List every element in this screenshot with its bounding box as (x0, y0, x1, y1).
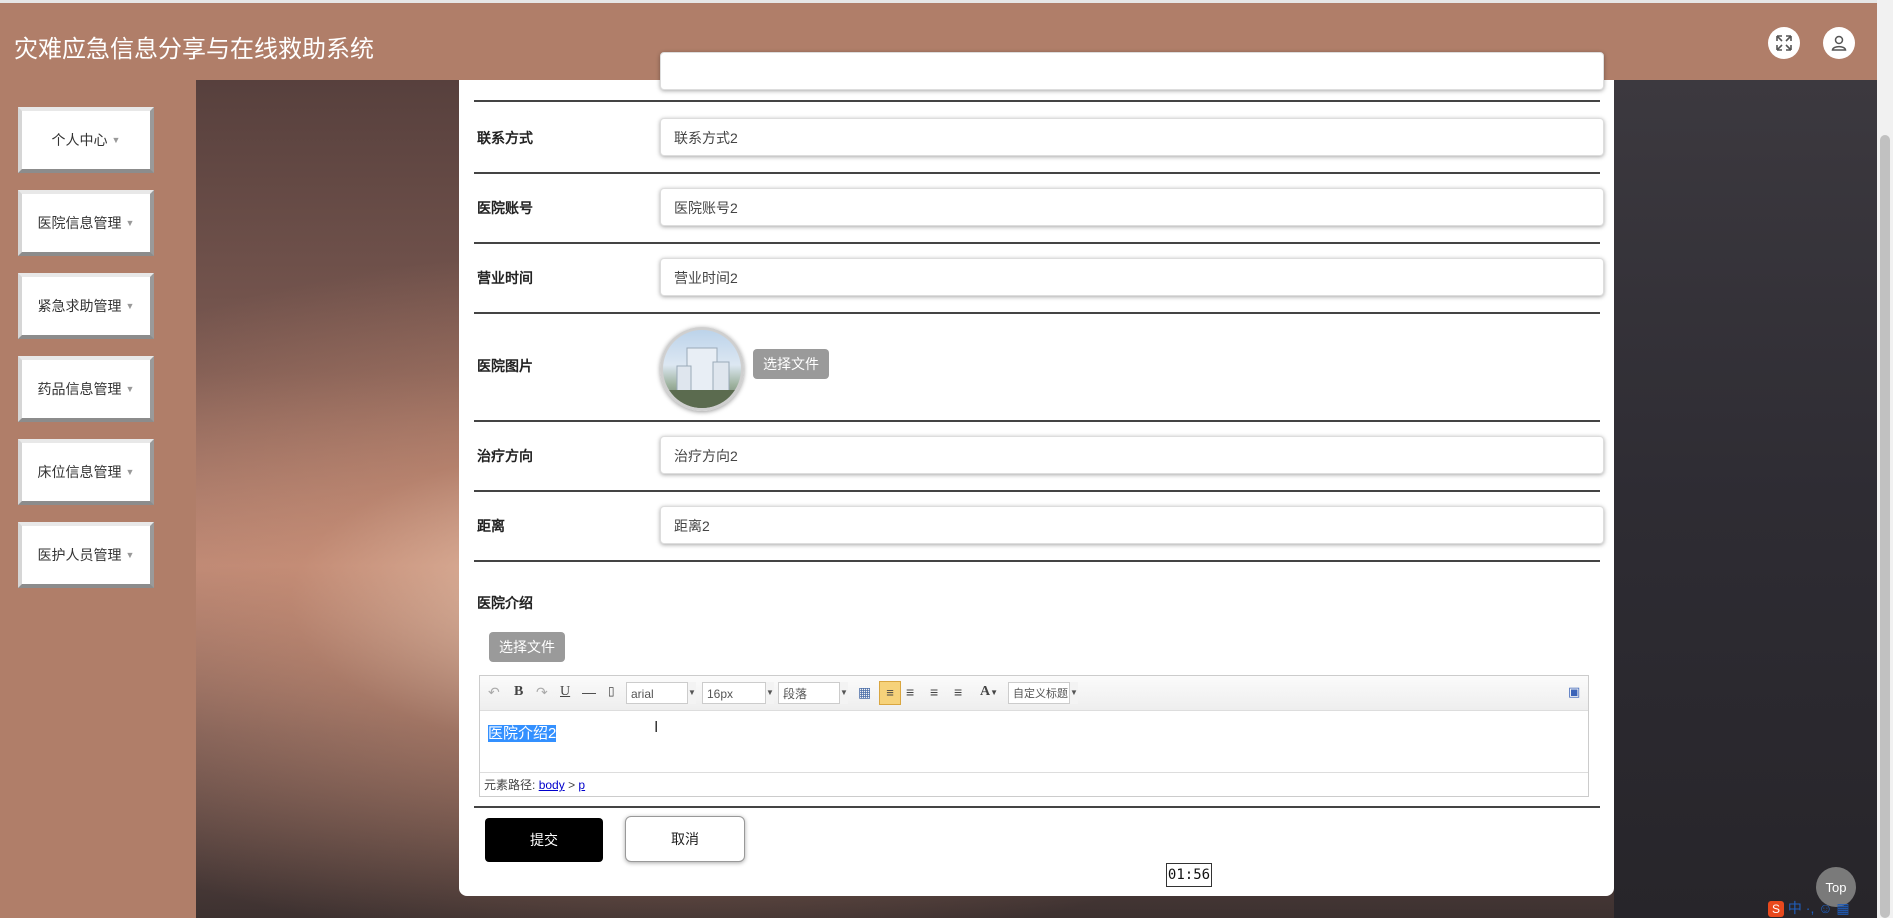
caret-down-icon: ▼ (125, 550, 135, 560)
sidebar-item-label: 紧急求助管理 (37, 298, 122, 314)
caret-down-icon: ▼ (111, 135, 121, 145)
account-input[interactable]: 医院账号2 (660, 188, 1604, 226)
form-panel: 联系方式 联系方式2 医院账号 医院账号2 营业时间 营业时间2 医院图片 选择… (459, 52, 1614, 896)
hours-input[interactable]: 营业时间2 (660, 258, 1604, 296)
align-right-icon[interactable]: ≡ (906, 684, 914, 700)
app-title: 灾难应急信息分享与在线救助系统 (14, 36, 374, 63)
font-color-icon[interactable]: A▼ (980, 684, 998, 700)
caret-down-icon: ▼ (125, 301, 135, 311)
table-icon[interactable]: ▦ (858, 684, 871, 701)
expand-icon (1776, 35, 1792, 51)
path-separator: > (568, 778, 576, 792)
sidebar-item-label: 医护人员管理 (37, 547, 122, 563)
hospital-image (660, 327, 744, 411)
background-right (1614, 80, 1893, 918)
paragraph-value: 段落 (783, 687, 808, 701)
caret-down-icon: ▼ (125, 384, 135, 394)
undo-icon[interactable]: ↶ (488, 684, 500, 701)
building-icon (663, 347, 741, 408)
fullscreen-editor-icon[interactable]: ▣ (1568, 684, 1580, 700)
paragraph-select[interactable]: 段落 ▼ (778, 682, 848, 704)
form-row-distance: 距离 距离2 (474, 490, 1604, 562)
user-button[interactable] (1823, 27, 1855, 59)
form-row-contact: 联系方式 联系方式2 (474, 102, 1604, 174)
dropdown-arrow-icon: ▼ (839, 682, 848, 704)
sidebar-item-label: 药品信息管理 (37, 381, 122, 397)
divider (474, 806, 1600, 808)
page-scrollbar[interactable] (1877, 0, 1893, 918)
field-label: 治疗方向 (477, 448, 533, 464)
path-p-link[interactable]: p (578, 778, 585, 792)
dropdown-arrow-icon: ▼ (765, 682, 774, 704)
sidebar-item-bed[interactable]: 床位信息管理 ▼ (18, 439, 154, 505)
sidebar-item-profile[interactable]: 个人中心 ▼ (18, 107, 154, 173)
font-size-select[interactable]: 16px ▼ (702, 682, 774, 704)
contact-input[interactable]: 联系方式2 (660, 118, 1604, 156)
choose-file-button[interactable]: 选择文件 (753, 349, 829, 379)
sidebar-item-label: 医院信息管理 (37, 215, 122, 231)
text-cursor-icon: I (654, 719, 659, 736)
sidebar-item-emergency[interactable]: 紧急求助管理 ▼ (18, 273, 154, 339)
align-left-icon[interactable]: ≡ (879, 681, 901, 705)
align-justify-icon[interactable]: ≡ (954, 684, 962, 700)
user-icon (1831, 35, 1847, 51)
dropdown-arrow-icon: ▼ (1069, 682, 1078, 704)
form-row-image: 医院图片 选择文件 (474, 312, 1600, 422)
editor-content[interactable]: 医院介绍2 (488, 722, 557, 743)
field-label: 医院账号 (477, 200, 533, 216)
form-row-account: 医院账号 医院账号2 (474, 172, 1604, 244)
dropdown-arrow-icon: ▼ (687, 682, 696, 704)
font-family-select[interactable]: arial ▼ (626, 682, 696, 704)
form-row-direction: 治疗方向 治疗方向2 (474, 420, 1604, 492)
horizontal-rule-icon[interactable]: — (582, 684, 596, 700)
field-label: 营业时间 (477, 270, 533, 286)
bold-icon[interactable]: B (514, 684, 523, 700)
field-label: 联系方式 (477, 130, 533, 146)
caret-down-icon: ▼ (125, 467, 135, 477)
cancel-button[interactable]: 取消 (625, 816, 745, 862)
custom-title-value: 自定义标题 (1013, 688, 1068, 700)
fullscreen-button[interactable] (1768, 27, 1800, 59)
sidebar-item-label: 个人中心 (51, 132, 108, 148)
custom-title-select[interactable]: 自定义标题 ▼ (1008, 682, 1078, 704)
direction-input[interactable]: 治疗方向2 (660, 436, 1604, 474)
caret-down-icon: ▼ (125, 218, 135, 228)
distance-input[interactable]: 距离2 (660, 506, 1604, 544)
field-label: 距离 (477, 518, 505, 534)
sidebar-item-staff[interactable]: 医护人员管理 ▼ (18, 522, 154, 588)
rich-text-editor[interactable]: ↶ B ↷ U — ▯ arial ▼ 16px ▼ 段落 ▼ ▦ ≡ ≡ ≡ ≡ A… (479, 675, 1589, 797)
path-body-link[interactable]: body (539, 778, 565, 792)
ime-toolbar[interactable]: S 中 ·, ☺ ▦ (1768, 898, 1850, 918)
scrollbar-thumb[interactable] (1880, 135, 1890, 918)
align-center-icon[interactable]: ≡ (930, 684, 938, 700)
font-family-value: arial (631, 687, 654, 701)
ime-logo-icon: S (1768, 901, 1784, 918)
sidebar-item-medicine[interactable]: 药品信息管理 ▼ (18, 356, 154, 422)
clipped-field[interactable] (660, 52, 1604, 90)
form-row-clipped (474, 52, 1604, 102)
form-row-hours: 营业时间 营业时间2 (474, 242, 1604, 314)
underline-icon[interactable]: U (560, 684, 570, 700)
intro-label: 医院介绍 (477, 595, 533, 611)
intro-choose-file-button[interactable]: 选择文件 (489, 632, 565, 662)
element-path-label: 元素路径: (484, 778, 536, 792)
editor-text: 医院介绍2 (488, 725, 557, 742)
new-doc-icon[interactable]: ▯ (608, 684, 615, 698)
submit-button[interactable]: 提交 (485, 818, 603, 862)
redo-icon[interactable]: ↷ (536, 684, 548, 701)
sidebar-item-hospital[interactable]: 医院信息管理 ▼ (18, 190, 154, 256)
sidebar: 个人中心 ▼ 医院信息管理 ▼ 紧急求助管理 ▼ 药品信息管理 ▼ 床位信息管理 ▼ 医护… (0, 80, 196, 918)
editor-toolbar: ↶ B ↷ U — ▯ arial ▼ 16px ▼ 段落 ▼ ▦ ≡ ≡ ≡ ≡ A… (480, 676, 1588, 711)
ime-status: 中 ·, ☺ ▦ (1787, 900, 1850, 916)
field-label: 医院图片 (477, 358, 533, 374)
editor-statusbar: 元素路径: body > p (480, 772, 1588, 796)
font-size-value: 16px (707, 687, 734, 701)
timer-tooltip: 01:56 (1166, 863, 1212, 887)
sidebar-item-label: 床位信息管理 (37, 464, 122, 480)
